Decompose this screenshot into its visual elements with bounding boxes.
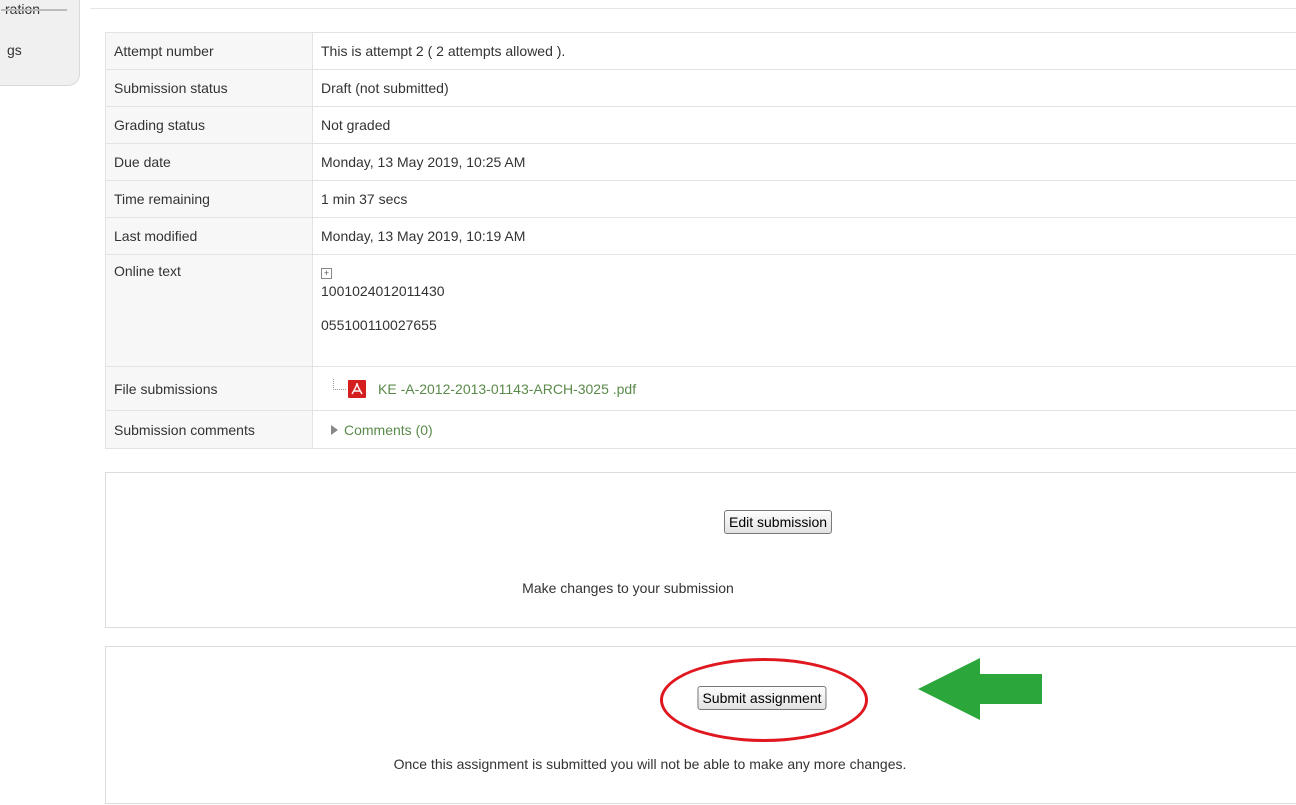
row-label-attempt-number: Attempt number bbox=[105, 32, 313, 70]
submit-assignment-box: Submit assignment Once this assignment i… bbox=[105, 646, 1296, 804]
row-value-last-modified: Monday, 13 May 2019, 10:19 AM bbox=[312, 217, 1296, 255]
pdf-file-link[interactable]: KE -A-2012-2013-01143-ARCH-3025 .pdf bbox=[378, 381, 636, 397]
table-row: Last modified Monday, 13 May 2019, 10:19… bbox=[105, 217, 1296, 255]
row-value-online-text: + 1001024012011430 055100110027655 bbox=[312, 254, 1296, 367]
table-row: Submission status Draft (not submitted) bbox=[105, 69, 1296, 107]
row-label-submission-comments: Submission comments bbox=[105, 410, 313, 449]
top-divider bbox=[90, 8, 1296, 9]
row-value-submission-status: Draft (not submitted) bbox=[312, 69, 1296, 107]
row-value-file-submissions: KE -A-2012-2013-01143-ARCH-3025 .pdf bbox=[312, 366, 1296, 411]
submit-assignment-description: Once this assignment is submitted you wi… bbox=[393, 756, 907, 772]
row-label-submission-status: Submission status bbox=[105, 69, 313, 107]
green-arrow-icon bbox=[918, 658, 1042, 720]
row-value-due-date: Monday, 13 May 2019, 10:25 AM bbox=[312, 143, 1296, 181]
table-row: Attempt number This is attempt 2 ( 2 att… bbox=[105, 32, 1296, 70]
pdf-icon bbox=[348, 379, 366, 398]
table-row: File submissions KE -A-2012-2013-01143-A… bbox=[105, 366, 1296, 411]
expand-triangle-icon[interactable] bbox=[331, 424, 338, 435]
table-row: Online text + 1001024012011430 055100110… bbox=[105, 254, 1296, 367]
side-nav-divider bbox=[1, 9, 67, 11]
row-value-time-remaining: 1 min 37 secs bbox=[312, 180, 1296, 218]
table-row: Grading status Not graded bbox=[105, 106, 1296, 144]
row-label-last-modified: Last modified bbox=[105, 217, 313, 255]
main-content: Attempt number This is attempt 2 ( 2 att… bbox=[90, 0, 1296, 805]
table-row: Submission comments Comments (0) bbox=[105, 410, 1296, 449]
table-row: Due date Monday, 13 May 2019, 10:25 AM bbox=[105, 143, 1296, 181]
row-label-file-submissions: File submissions bbox=[105, 366, 313, 411]
row-label-due-date: Due date bbox=[105, 143, 313, 181]
side-nav-tab-label: gs bbox=[7, 42, 22, 58]
submission-status-table: Attempt number This is attempt 2 ( 2 att… bbox=[105, 32, 1296, 449]
edit-submission-button[interactable]: Edit submission bbox=[723, 510, 833, 534]
side-nav-tab[interactable]: ration gs bbox=[0, 0, 80, 86]
row-label-online-text: Online text bbox=[105, 254, 313, 367]
row-label-time-remaining: Time remaining bbox=[105, 180, 313, 218]
table-row: Time remaining 1 min 37 secs bbox=[105, 180, 1296, 218]
expand-plus-icon[interactable]: + bbox=[321, 268, 332, 279]
edit-submission-box: Edit submission Make changes to your sub… bbox=[105, 472, 1296, 628]
comments-link[interactable]: Comments (0) bbox=[344, 422, 433, 438]
online-text-line-1: 1001024012011430 bbox=[321, 283, 445, 299]
row-value-grading-status: Not graded bbox=[312, 106, 1296, 144]
row-value-submission-comments: Comments (0) bbox=[312, 410, 1296, 449]
online-text-line-2: 055100110027655 bbox=[321, 317, 437, 333]
submit-assignment-button[interactable]: Submit assignment bbox=[697, 686, 827, 710]
edit-submission-description: Make changes to your submission bbox=[522, 580, 734, 596]
row-label-grading-status: Grading status bbox=[105, 106, 313, 144]
row-value-attempt-number: This is attempt 2 ( 2 attempts allowed )… bbox=[312, 32, 1296, 70]
tree-connector bbox=[333, 379, 346, 390]
